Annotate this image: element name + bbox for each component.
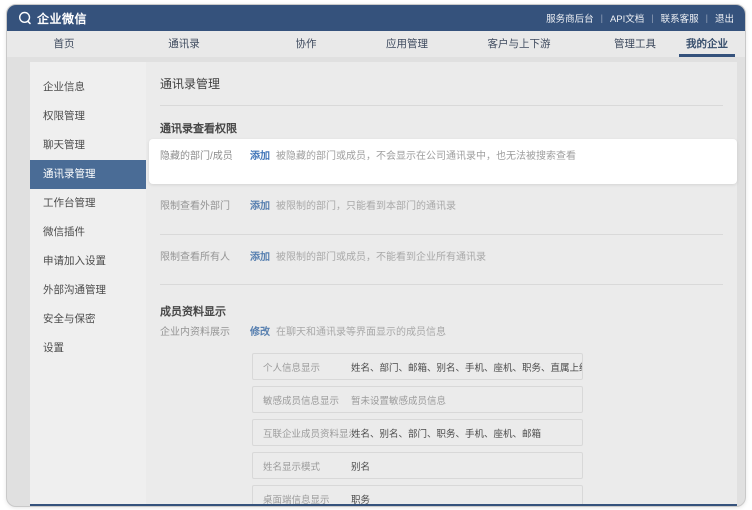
detail-value: 姓名、别名、部门、职务、手机、座机、邮箱 — [351, 426, 582, 440]
divider — [160, 105, 723, 106]
sidebar-item-contacts-management[interactable]: 通讯录管理 — [30, 160, 146, 189]
detail-box-personal-info: 个人信息显示 姓名、部门、邮箱、别名、手机、座机、职务、直属上级、官网、测... — [252, 353, 583, 380]
detail-box-linked-company-info: 互联企业成员资料显示 姓名、别名、部门、职务、手机、座机、邮箱 — [252, 419, 583, 446]
topbar-separator: | — [601, 13, 603, 23]
settings-sidebar: 企业信息 权限管理 聊天管理 通讯录管理 工作台管理 微信插件 申请加入设置 外… — [30, 62, 146, 507]
detail-value: 别名 — [351, 459, 582, 473]
sidebar-item-company-info[interactable]: 企业信息 — [30, 73, 146, 102]
row-hidden-members: 隐藏的部门/成员 添加 被隐藏的部门或成员，不会显示在公司通讯录中，也无法被搜索… — [160, 149, 733, 165]
topbar-links: 服务商后台 | API文档 | 联系客服 | 退出 — [546, 11, 734, 25]
tab-collaboration[interactable]: 协作 — [296, 31, 317, 57]
sidebar-item-permissions[interactable]: 权限管理 — [30, 102, 146, 131]
modify-profile-display-link[interactable]: 修改 — [250, 325, 270, 341]
row-description: 被限制的部门或成员，不能看到企业所有通讯录 — [276, 250, 733, 266]
section-title-member-profile: 成员资料显示 — [160, 303, 226, 319]
row-restrict-everyone: 限制查看所有人 添加 被限制的部门或成员，不能看到企业所有通讯录 — [160, 250, 733, 266]
tab-contacts[interactable]: 通讯录 — [168, 31, 200, 57]
row-label: 限制查看外部门 — [160, 199, 250, 215]
row-restrict-other-departments: 限制查看外部门 添加 被限制的部门，只能看到本部门的通讯录 — [160, 199, 733, 215]
detail-box-name-display-mode: 姓名显示模式 别名 — [252, 452, 583, 479]
content-area: 通讯录管理 通讯录查看权限 隐藏的部门/成员 添加 被隐藏的部门或成员，不会显示… — [146, 62, 737, 507]
topbar-separator: | — [706, 13, 708, 23]
row-label: 限制查看所有人 — [160, 250, 250, 266]
sidebar-item-settings[interactable]: 设置 — [30, 334, 146, 363]
tab-customers[interactable]: 客户与上下游 — [488, 31, 551, 57]
row-description: 被隐藏的部门或成员，不会显示在公司通讯录中，也无法被搜索查看 — [276, 149, 733, 165]
add-hidden-members-link[interactable]: 添加 — [250, 149, 270, 165]
sidebar-item-chat-management[interactable]: 聊天管理 — [30, 131, 146, 160]
sidebar-item-join-settings[interactable]: 申请加入设置 — [30, 247, 146, 276]
add-restricted-members-link[interactable]: 添加 — [250, 250, 270, 266]
topbar: 企业微信 服务商后台 | API文档 | 联系客服 | 退出 — [7, 5, 745, 31]
row-label: 企业内资料展示 — [160, 325, 250, 341]
row-company-profile-display: 企业内资料展示 修改 在聊天和通讯录等界面显示的成员信息 — [160, 325, 733, 341]
row-label: 隐藏的部门/成员 — [160, 149, 250, 165]
tab-my-company[interactable]: 我的企业 — [686, 31, 728, 57]
detail-box-sensitive-info: 敏感成员信息显示 暂未设置敏感成员信息 — [252, 386, 583, 413]
page-title: 通讯录管理 — [160, 75, 220, 92]
sidebar-item-wechat-plugin[interactable]: 微信插件 — [30, 218, 146, 247]
sidebar-item-workbench[interactable]: 工作台管理 — [30, 189, 146, 218]
topbar-separator: | — [651, 13, 653, 23]
link-service-provider[interactable]: 服务商后台 — [546, 11, 594, 25]
sidebar-item-external-comm[interactable]: 外部沟通管理 — [30, 276, 146, 305]
wecom-logo-icon — [18, 11, 32, 25]
link-logout[interactable]: 退出 — [715, 11, 734, 25]
main-nav: 首页 通讯录 协作 应用管理 客户与上下游 管理工具 我的企业 — [7, 31, 745, 57]
detail-label: 个人信息显示 — [253, 360, 351, 374]
main-panel: 企业信息 权限管理 聊天管理 通讯录管理 工作台管理 微信插件 申请加入设置 外… — [30, 62, 737, 507]
footer-bar — [30, 504, 737, 507]
section-title-view-permission: 通讯录查看权限 — [160, 120, 237, 136]
tab-home[interactable]: 首页 — [54, 31, 75, 57]
row-description: 在聊天和通讯录等界面显示的成员信息 — [276, 325, 733, 341]
link-api-docs[interactable]: API文档 — [610, 11, 644, 25]
link-contact-support[interactable]: 联系客服 — [661, 11, 699, 25]
detail-label: 敏感成员信息显示 — [253, 393, 351, 407]
divider — [160, 284, 723, 285]
detail-value: 姓名、部门、邮箱、别名、手机、座机、职务、直属上级、官网、测... — [351, 360, 582, 374]
detail-value: 暂未设置敏感成员信息 — [351, 393, 582, 407]
brand[interactable]: 企业微信 — [18, 10, 87, 27]
brand-name: 企业微信 — [37, 10, 87, 27]
detail-label: 互联企业成员资料显示 — [253, 426, 351, 440]
detail-label: 姓名显示模式 — [253, 459, 351, 473]
tab-app-management[interactable]: 应用管理 — [386, 31, 428, 57]
row-description: 被限制的部门，只能看到本部门的通讯录 — [276, 199, 733, 215]
divider — [160, 234, 723, 235]
add-restricted-departments-link[interactable]: 添加 — [250, 199, 270, 215]
sidebar-item-security[interactable]: 安全与保密 — [30, 305, 146, 334]
app-window: 企业微信 服务商后台 | API文档 | 联系客服 | 退出 首页 通讯录 协作… — [6, 4, 746, 507]
tab-admin-tools[interactable]: 管理工具 — [614, 31, 656, 57]
